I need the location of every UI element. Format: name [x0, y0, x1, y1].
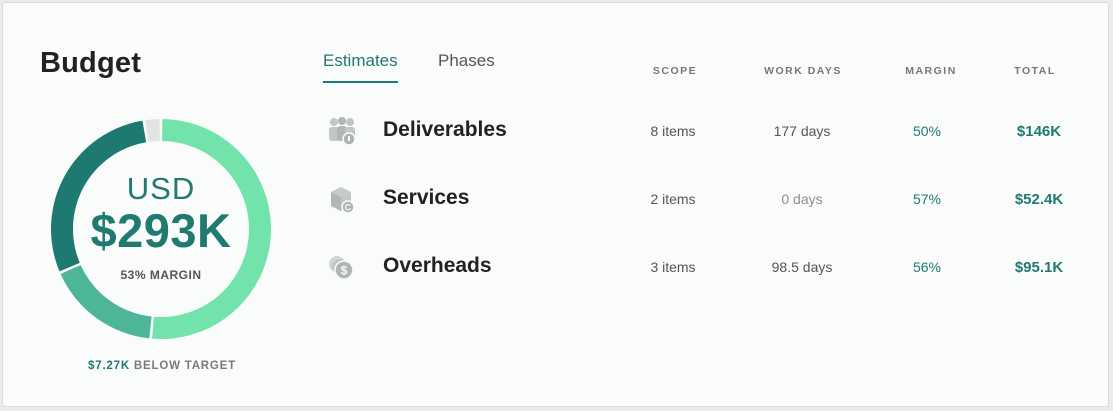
- below-target-value: $7.27K: [88, 360, 130, 372]
- coins-icon: $: [325, 251, 357, 283]
- donut-center: USD $293K 53% MARGIN: [50, 118, 272, 340]
- column-header-total: TOTAL: [1014, 65, 1056, 77]
- cell-scope: 2 items: [650, 191, 696, 207]
- row-name-deliverables: Deliverables: [383, 118, 507, 141]
- cell-total: $52.4K: [1014, 191, 1064, 208]
- budget-card: Budget USD $293K 53% MARGIN $7.27K BELOW…: [2, 2, 1109, 407]
- column-header-work-days: WORK DAYS: [764, 65, 842, 77]
- cell-total: $146K: [1016, 123, 1062, 140]
- cell-margin: 50%: [912, 123, 942, 139]
- tab-estimates[interactable]: Estimates: [323, 51, 398, 83]
- table-row[interactable]: $ Overheads 3 items 98.5 days 56% $95.1K: [3, 247, 1110, 287]
- below-target-text: BELOW TARGET: [129, 360, 236, 372]
- cell-total: $95.1K: [1014, 259, 1064, 276]
- people-icon: [325, 115, 357, 147]
- below-target-note: $7.27K BELOW TARGET: [40, 360, 284, 372]
- column-header-margin: MARGIN: [905, 65, 957, 77]
- table-row[interactable]: C Services 2 items 0 days 57% $52.4K: [3, 179, 1110, 219]
- cell-scope: 3 items: [650, 259, 696, 275]
- svg-text:$: $: [341, 264, 348, 278]
- row-name-services: Services: [383, 186, 470, 209]
- tab-phases[interactable]: Phases: [438, 51, 495, 81]
- cell-work-days: 98.5 days: [771, 259, 833, 275]
- row-name-overheads: Overheads: [383, 254, 492, 277]
- table-row[interactable]: Deliverables 8 items 177 days 50% $146K: [3, 111, 1110, 151]
- svg-text:C: C: [345, 203, 352, 213]
- cell-scope: 8 items: [650, 123, 696, 139]
- cell-margin: 56%: [912, 259, 942, 275]
- box-icon: C: [325, 183, 357, 215]
- page-title: Budget: [40, 47, 142, 79]
- cell-work-days: 0 days: [781, 191, 823, 207]
- cell-work-days: 177 days: [773, 123, 831, 139]
- cell-margin: 57%: [912, 191, 942, 207]
- budget-donut: USD $293K 53% MARGIN: [50, 118, 272, 340]
- column-header-scope: SCOPE: [652, 65, 698, 77]
